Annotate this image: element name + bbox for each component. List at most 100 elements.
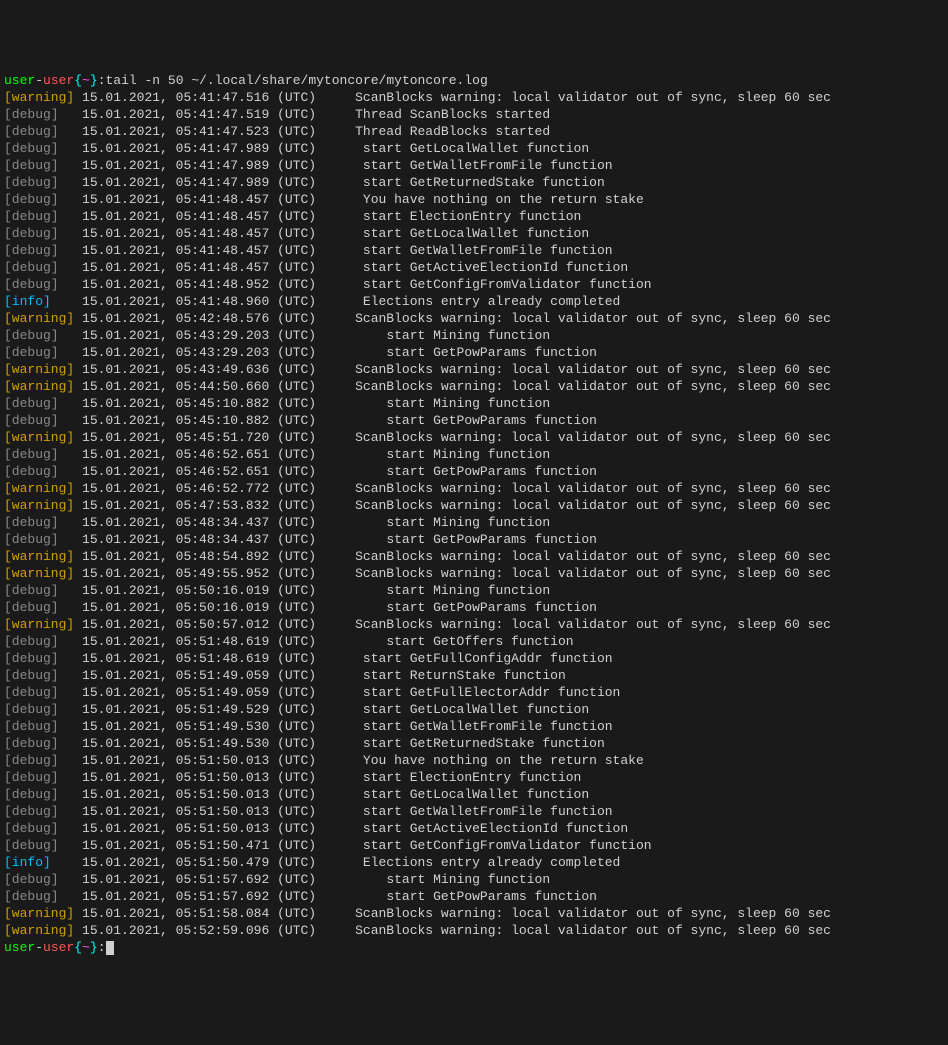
log-timestamp: 15.01.2021, 05:41:47.516 (UTC)	[82, 90, 316, 105]
log-message: ScanBlocks warning: local validator out …	[355, 90, 831, 105]
prompt-host: user	[43, 940, 74, 955]
log-message: start GetReturnedStake function	[363, 175, 605, 190]
log-message: start GetPowParams function	[386, 600, 597, 615]
log-level: [debug]	[4, 787, 74, 802]
log-message: start GetWalletFromFile function	[363, 158, 613, 173]
log-timestamp: 15.01.2021, 05:51:50.013 (UTC)	[82, 821, 316, 836]
log-line: [warning] 15.01.2021, 05:49:55.952 (UTC)…	[4, 565, 944, 582]
log-message: start GetWalletFromFile function	[363, 804, 613, 819]
log-timestamp: 15.01.2021, 05:41:47.519 (UTC)	[82, 107, 316, 122]
log-message: ScanBlocks warning: local validator out …	[355, 498, 831, 513]
log-line: [debug] 15.01.2021, 05:51:50.013 (UTC) s…	[4, 820, 944, 837]
log-timestamp: 15.01.2021, 05:41:48.457 (UTC)	[82, 209, 316, 224]
log-timestamp: 15.01.2021, 05:51:50.471 (UTC)	[82, 838, 316, 853]
log-level: [debug]	[4, 719, 74, 734]
log-level: [debug]	[4, 464, 74, 479]
log-message: ScanBlocks warning: local validator out …	[355, 362, 831, 377]
log-line: [debug] 15.01.2021, 05:41:48.457 (UTC) s…	[4, 259, 944, 276]
log-line: [debug] 15.01.2021, 05:51:49.059 (UTC) s…	[4, 667, 944, 684]
log-level: [warning]	[4, 379, 74, 394]
log-message: start GetPowParams function	[386, 413, 597, 428]
log-thread	[339, 226, 347, 241]
log-timestamp: 15.01.2021, 05:45:10.882 (UTC)	[82, 396, 316, 411]
log-line: [info] 15.01.2021, 05:51:50.479 (UTC) El…	[4, 854, 944, 871]
log-message: start GetPowParams function	[386, 464, 597, 479]
log-message: ScanBlocks warning: local validator out …	[355, 617, 831, 632]
log-line: [warning] 15.01.2021, 05:46:52.772 (UTC)…	[4, 480, 944, 497]
log-thread	[339, 192, 347, 207]
log-level: [debug]	[4, 413, 74, 428]
log-thread	[339, 838, 347, 853]
log-message: start GetLocalWallet function	[363, 226, 589, 241]
log-level: [debug]	[4, 515, 74, 530]
log-timestamp: 15.01.2021, 05:51:48.619 (UTC)	[82, 634, 316, 649]
log-thread	[339, 855, 347, 870]
log-timestamp: 15.01.2021, 05:51:49.529 (UTC)	[82, 702, 316, 717]
log-timestamp: 15.01.2021, 05:41:48.457 (UTC)	[82, 226, 316, 241]
log-line: [debug] 15.01.2021, 05:41:48.457 (UTC) Y…	[4, 191, 944, 208]
log-line: [debug] 15.01.2021, 05:41:47.523 (UTC) T…	[4, 123, 944, 140]
log-level: [debug]	[4, 141, 74, 156]
log-timestamp: 15.01.2021, 05:42:48.576 (UTC)	[82, 311, 316, 326]
log-message: start ElectionEntry function	[363, 209, 581, 224]
log-level: [debug]	[4, 260, 74, 275]
log-thread	[339, 583, 370, 598]
log-level: [debug]	[4, 702, 74, 717]
log-timestamp: 15.01.2021, 05:41:48.457 (UTC)	[82, 192, 316, 207]
log-line: [debug] 15.01.2021, 05:45:10.882 (UTC) s…	[4, 412, 944, 429]
log-message: start GetReturnedStake function	[363, 736, 605, 751]
log-thread	[339, 260, 347, 275]
log-message: ScanBlocks warning: local validator out …	[355, 311, 831, 326]
log-thread	[339, 651, 347, 666]
log-thread	[339, 770, 347, 785]
log-line: [debug] 15.01.2021, 05:51:50.013 (UTC) s…	[4, 803, 944, 820]
log-line: [debug] 15.01.2021, 05:41:47.989 (UTC) s…	[4, 174, 944, 191]
log-message: ScanBlocks warning: local validator out …	[355, 566, 831, 581]
log-level: [warning]	[4, 362, 74, 377]
log-timestamp: 15.01.2021, 05:41:47.989 (UTC)	[82, 158, 316, 173]
log-timestamp: 15.01.2021, 05:51:50.013 (UTC)	[82, 753, 316, 768]
log-line: [debug] 15.01.2021, 05:51:50.471 (UTC) s…	[4, 837, 944, 854]
log-thread	[339, 396, 370, 411]
log-level: [debug]	[4, 158, 74, 173]
log-line: [warning] 15.01.2021, 05:43:49.636 (UTC)…	[4, 361, 944, 378]
log-level: [warning]	[4, 90, 74, 105]
log-line: [debug] 15.01.2021, 05:51:48.619 (UTC) s…	[4, 633, 944, 650]
log-message: Elections entry already completed	[363, 294, 620, 309]
cursor-icon	[106, 941, 114, 955]
log-line: [info] 15.01.2021, 05:41:48.960 (UTC) El…	[4, 293, 944, 310]
prompt-idle[interactable]: user-user{~}:	[4, 939, 944, 956]
log-timestamp: 15.01.2021, 05:51:58.084 (UTC)	[82, 906, 316, 921]
log-level: [debug]	[4, 277, 74, 292]
log-thread	[339, 719, 347, 734]
log-line: [debug] 15.01.2021, 05:48:34.437 (UTC) s…	[4, 514, 944, 531]
log-thread	[339, 872, 370, 887]
log-level: [debug]	[4, 736, 74, 751]
log-level: [debug]	[4, 804, 74, 819]
log-level: [warning]	[4, 549, 74, 564]
command-line: user-user{~}:tail -n 50 ~/.local/share/m…	[4, 72, 944, 89]
log-message: start Mining function	[386, 583, 550, 598]
log-level: [debug]	[4, 872, 74, 887]
log-line: [debug] 15.01.2021, 05:43:29.203 (UTC) s…	[4, 344, 944, 361]
log-thread	[339, 804, 347, 819]
log-level: [debug]	[4, 243, 74, 258]
log-timestamp: 15.01.2021, 05:43:49.636 (UTC)	[82, 362, 316, 377]
log-message: start Mining function	[386, 872, 550, 887]
log-line: [debug] 15.01.2021, 05:51:50.013 (UTC) s…	[4, 786, 944, 803]
log-timestamp: 15.01.2021, 05:50:57.012 (UTC)	[82, 617, 316, 632]
log-timestamp: 15.01.2021, 05:45:10.882 (UTC)	[82, 413, 316, 428]
log-line: [warning] 15.01.2021, 05:41:47.516 (UTC)…	[4, 89, 944, 106]
prompt-user: user	[4, 73, 35, 88]
terminal-output: user-user{~}:tail -n 50 ~/.local/share/m…	[4, 72, 944, 956]
log-thread	[339, 413, 370, 428]
log-message: start GetPowParams function	[386, 345, 597, 360]
log-message: start Mining function	[386, 447, 550, 462]
log-message: start ReturnStake function	[363, 668, 566, 683]
log-message: start GetConfigFromValidator function	[363, 838, 652, 853]
log-message: Thread ReadBlocks started	[355, 124, 550, 139]
log-message: ScanBlocks warning: local validator out …	[355, 549, 831, 564]
log-line: [debug] 15.01.2021, 05:51:48.619 (UTC) s…	[4, 650, 944, 667]
log-line: [debug] 15.01.2021, 05:51:49.529 (UTC) s…	[4, 701, 944, 718]
log-timestamp: 15.01.2021, 05:51:57.692 (UTC)	[82, 889, 316, 904]
